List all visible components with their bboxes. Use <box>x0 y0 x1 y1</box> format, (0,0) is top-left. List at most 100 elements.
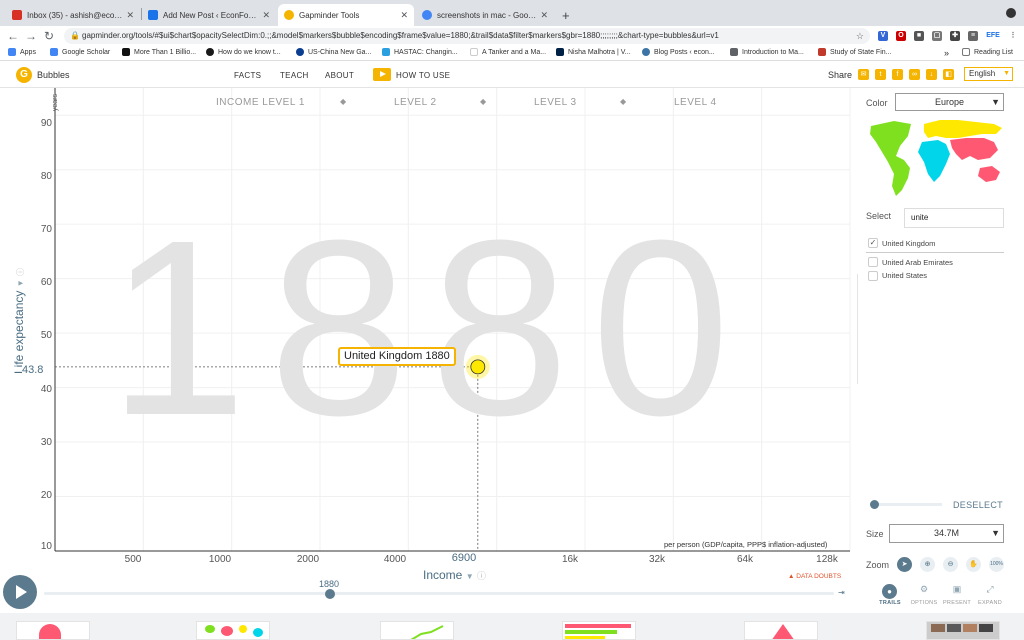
caret-down-icon[interactable]: ▼ <box>16 279 25 287</box>
code-icon <box>730 48 738 56</box>
help-icon[interactable]: ⓘ <box>16 268 25 276</box>
twitter-icon[interactable]: t <box>875 69 886 80</box>
zoom-reset-button[interactable]: 100% <box>989 557 1004 572</box>
help-icon[interactable]: ⓘ <box>477 571 486 581</box>
deselect-button[interactable]: DESELECT <box>953 500 1003 510</box>
language-select[interactable]: English ▼ <box>964 67 1013 81</box>
extension-box-icon[interactable]: ■ <box>914 31 924 41</box>
thumbnail-line-chart[interactable] <box>380 621 454 640</box>
browser-tab-add-post[interactable]: Add New Post ‹ EconForEveryt ✕ <box>142 4 276 26</box>
facebook-icon[interactable]: f <box>892 69 903 80</box>
opacity-slider-handle[interactable] <box>870 500 879 509</box>
checkbox-united-kingdom[interactable]: ✓ <box>868 238 878 248</box>
address-bar[interactable]: 🔒 gapminder.org/tools/#$ui$chart$opacity… <box>64 28 870 44</box>
option-country-label[interactable]: United Arab Emirates <box>882 258 953 267</box>
option-country-label[interactable]: United States <box>882 271 927 280</box>
present-icon[interactable]: ▣ <box>948 584 966 597</box>
code-embed-icon[interactable]: ◧ <box>943 69 954 80</box>
close-icon[interactable]: ✕ <box>400 10 408 21</box>
timeline-handle[interactable] <box>325 589 335 599</box>
checkbox-united-states[interactable] <box>868 271 878 281</box>
selected-country-label[interactable]: United Kingdom <box>882 239 935 248</box>
browser-tab-gmail[interactable]: Inbox (35) - ashish@econforev ✕ <box>6 4 140 26</box>
zoom-out-icon[interactable]: ⊖ <box>943 557 958 572</box>
options-gear-icon[interactable]: ⚙ <box>915 584 933 597</box>
bookmark-item[interactable]: A Tanker and a Ma... <box>470 48 546 56</box>
bookmark-item[interactable]: Study of State Fin... <box>818 48 891 56</box>
gmail-icon <box>12 10 22 20</box>
opacity-slider-track[interactable] <box>874 503 942 506</box>
hand-pan-icon[interactable]: ✋ <box>966 557 981 572</box>
chevron-down-icon: ▼ <box>991 528 1000 538</box>
profile-avatar[interactable]: EFE <box>986 31 1000 41</box>
expand-button[interactable]: EXPAND <box>974 600 1006 606</box>
extension-v-icon[interactable]: V <box>878 31 888 41</box>
caret-down-icon[interactable]: ▼ <box>466 572 474 581</box>
color-select[interactable]: Europe ▼ <box>895 93 1004 111</box>
thumbnail-map-chart[interactable] <box>196 621 270 640</box>
bookmark-item[interactable]: Blog Posts ‹ econ... <box>642 48 715 56</box>
back-icon[interactable]: ← <box>6 29 20 43</box>
present-button[interactable]: PRESENT <box>941 600 973 606</box>
play-button[interactable] <box>3 575 37 609</box>
gapminder-logo-icon[interactable]: G <box>16 67 32 83</box>
close-icon[interactable]: ✕ <box>540 10 548 21</box>
star-icon[interactable]: ☆ <box>856 28 864 44</box>
thumbnail-dollar-street[interactable] <box>926 621 1000 640</box>
reload-icon[interactable]: ↻ <box>42 29 56 43</box>
options-button[interactable]: OPTIONS <box>908 600 940 606</box>
browser-tab-google[interactable]: screenshots in mac - Google S ✕ <box>416 4 554 26</box>
y-axis-label[interactable]: Life expectancy <box>12 291 26 374</box>
color-legend-map[interactable] <box>866 116 1006 198</box>
bookmark-item[interactable]: How do we know t... <box>206 48 281 56</box>
x-axis-label-wrap[interactable]: Income ▼ ⓘ <box>423 568 486 582</box>
profile-menu-icon[interactable] <box>1006 8 1016 18</box>
forward-icon[interactable]: → <box>24 29 38 43</box>
close-icon[interactable]: ✕ <box>126 10 134 21</box>
expand-icon[interactable]: ⤢ <box>981 584 999 597</box>
bookmark-apps[interactable]: Apps <box>8 48 36 56</box>
new-tab-button[interactable]: + <box>556 4 574 26</box>
trails-icon[interactable]: ● <box>882 584 897 599</box>
bookmarks-overflow-button[interactable]: » <box>944 48 949 58</box>
bookmark-label: Google Scholar <box>62 48 111 56</box>
reading-list-button[interactable]: Reading List <box>962 48 1013 56</box>
chart-type-title[interactable]: Bubbles <box>37 70 70 80</box>
search-input[interactable]: unite <box>904 208 1004 228</box>
nav-how-to-use[interactable]: HOW TO USE <box>396 71 450 80</box>
email-icon[interactable]: ✉ <box>858 69 869 80</box>
bookmark-item[interactable]: Introduction to Ma... <box>730 48 804 56</box>
bookmark-item[interactable]: Nisha Malhotra | V... <box>556 48 631 56</box>
size-select[interactable]: 34.7M ▼ <box>889 524 1004 543</box>
play-video-icon[interactable] <box>373 68 391 81</box>
bookmark-item[interactable]: Google Scholar <box>50 48 110 56</box>
puzzle-icon[interactable]: ✚ <box>950 31 960 41</box>
x-axis-label[interactable]: Income <box>423 568 462 582</box>
extension-sq-icon[interactable]: ▢ <box>932 31 942 41</box>
download-icon[interactable]: ↓ <box>926 69 937 80</box>
bookmark-item[interactable]: HASTAC: Changin... <box>382 48 458 56</box>
link-icon[interactable]: ∞ <box>909 69 920 80</box>
trails-button[interactable]: TRAILS <box>874 600 906 606</box>
bookmark-item[interactable]: More Than 1 Billio... <box>122 48 196 56</box>
cursor-mode-icon[interactable]: ➤ <box>897 557 912 572</box>
extension-o-icon[interactable]: O <box>896 31 906 41</box>
close-icon[interactable]: ✕ <box>262 10 270 21</box>
nav-teach[interactable]: TEACH <box>280 71 309 80</box>
bookmark-label: Introduction to Ma... <box>742 48 804 56</box>
browser-tab-gapminder[interactable]: Gapminder Tools ✕ <box>278 4 414 26</box>
data-doubts-link[interactable]: ▲ DATA DOUBTS <box>788 573 841 580</box>
bookmark-item[interactable]: US-China New Ga... <box>296 48 371 56</box>
timeline-end-icon[interactable]: ⇥ <box>838 588 845 597</box>
thumbnail-pyramid-chart[interactable] <box>744 621 818 640</box>
zoom-in-icon[interactable]: ⊕ <box>920 557 935 572</box>
thumbnail-mountain-chart[interactable] <box>16 621 90 640</box>
timeline-track[interactable] <box>44 592 834 595</box>
thumbnail-bar-chart[interactable] <box>562 621 636 640</box>
site-icon <box>206 48 214 56</box>
nav-about[interactable]: ABOUT <box>325 71 354 80</box>
reading-mode-icon[interactable]: ≡ <box>968 31 978 41</box>
checkbox-united-arab-emirates[interactable] <box>868 257 878 267</box>
menu-icon[interactable]: ⋮ <box>1008 31 1018 41</box>
nav-facts[interactable]: FACTS <box>234 71 261 80</box>
